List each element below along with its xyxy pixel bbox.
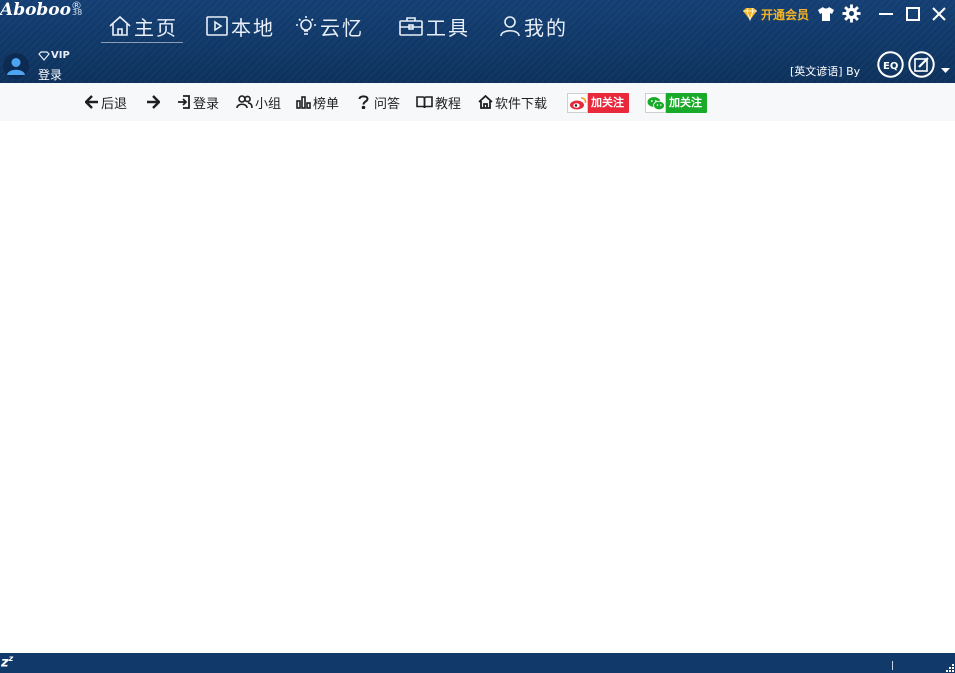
web-content-area[interactable] <box>0 121 955 653</box>
weibo-follow-button[interactable]: 加关注 <box>567 93 629 113</box>
wechat-icon <box>647 96 665 110</box>
group-link[interactable]: 小组 <box>236 92 281 112</box>
forward-button[interactable] <box>146 92 162 112</box>
status-bar: zz <box>0 653 955 673</box>
question-icon <box>358 95 369 109</box>
wechat-badge <box>645 93 666 113</box>
video-icon <box>206 16 228 36</box>
sleep-indicator-main: z <box>1 655 9 671</box>
nav-tab-home[interactable]: 主页 <box>108 10 178 42</box>
nav-tab-label: 工具 <box>426 15 470 40</box>
close-icon[interactable] <box>932 7 946 21</box>
home-icon <box>109 15 131 36</box>
status-divider <box>892 661 893 670</box>
proverb-text: [英文谚语] By <box>790 65 861 78</box>
home-small-icon <box>478 95 493 109</box>
group-icon <box>236 95 253 109</box>
toolbar-login-label: 登录 <box>193 96 220 112</box>
nav-tab-label: 主页 <box>134 15 178 40</box>
login-icon <box>178 95 190 109</box>
open-vip-link[interactable]: 开通会员 <box>742 5 809 23</box>
gear-icon[interactable] <box>842 4 861 23</box>
tutorial-label: 教程 <box>435 96 462 112</box>
qa-link[interactable]: 问答 <box>358 92 400 112</box>
nav-tab-label: 云忆 <box>320 15 364 40</box>
vip-tag: VIP <box>38 50 70 61</box>
weibo-follow-label: 加关注 <box>591 96 624 109</box>
dictionary-icon[interactable]: EQ <box>877 51 904 78</box>
arrow-left-icon <box>85 95 98 109</box>
user-icon <box>500 16 520 37</box>
maximize-icon[interactable] <box>906 7 920 21</box>
nav-active-indicator <box>101 42 183 43</box>
dropdown-caret-icon[interactable] <box>941 68 950 74</box>
bar-chart-icon <box>296 96 311 109</box>
logo-text: Aboboo <box>0 0 71 20</box>
tshirt-icon[interactable] <box>817 6 835 22</box>
weibo-badge <box>567 93 588 113</box>
back-button[interactable]: 后退 <box>85 92 127 112</box>
wechat-follow-label: 加关注 <box>669 96 702 109</box>
book-icon <box>416 96 433 109</box>
vip-tag-label: VIP <box>51 50 70 61</box>
toolbox-icon <box>399 17 423 36</box>
sleep-indicator-sup: z <box>8 654 14 663</box>
back-label: 后退 <box>101 96 128 112</box>
lightbulb-icon <box>296 16 316 35</box>
rank-link[interactable]: 榜单 <box>296 92 339 112</box>
software-download-label: 软件下载 <box>495 96 548 112</box>
group-label: 小组 <box>255 96 282 112</box>
title-bar: Aboboo ® 38 主页 本地 云忆 工具 我的 开通会员 VIP 登录 [… <box>0 0 955 83</box>
nav-tab-tools[interactable]: 工具 <box>398 10 470 42</box>
wechat-follow-button[interactable]: 加关注 <box>645 93 707 113</box>
rank-label: 榜单 <box>313 96 340 112</box>
software-download-link[interactable]: 软件下载 <box>478 92 547 112</box>
user-login-link[interactable]: 登录 <box>38 66 62 83</box>
qa-label: 问答 <box>374 96 401 112</box>
diamond-outline-icon <box>38 50 50 61</box>
nav-tab-label: 本地 <box>231 15 275 40</box>
sleep-indicator[interactable]: zz <box>1 654 13 670</box>
nav-tab-label: 我的 <box>524 15 568 40</box>
nav-tab-cloud[interactable]: 云忆 <box>294 10 364 42</box>
logo-version: 38 <box>72 8 83 17</box>
tutorial-link[interactable]: 教程 <box>416 92 461 112</box>
open-vip-label: 开通会员 <box>761 7 810 22</box>
nav-tab-local[interactable]: 本地 <box>205 10 275 42</box>
arrow-right-icon <box>147 95 160 109</box>
svg-text:EQ: EQ <box>883 61 898 72</box>
edit-icon[interactable] <box>908 51 935 78</box>
toolbar-login-link[interactable]: 登录 <box>177 92 219 112</box>
minimize-icon[interactable] <box>879 7 893 21</box>
avatar[interactable] <box>3 53 29 79</box>
diamond-icon <box>743 7 757 21</box>
resize-grip-icon[interactable] <box>946 664 954 672</box>
weibo-icon <box>569 97 586 110</box>
nav-tab-mine[interactable]: 我的 <box>498 10 568 42</box>
